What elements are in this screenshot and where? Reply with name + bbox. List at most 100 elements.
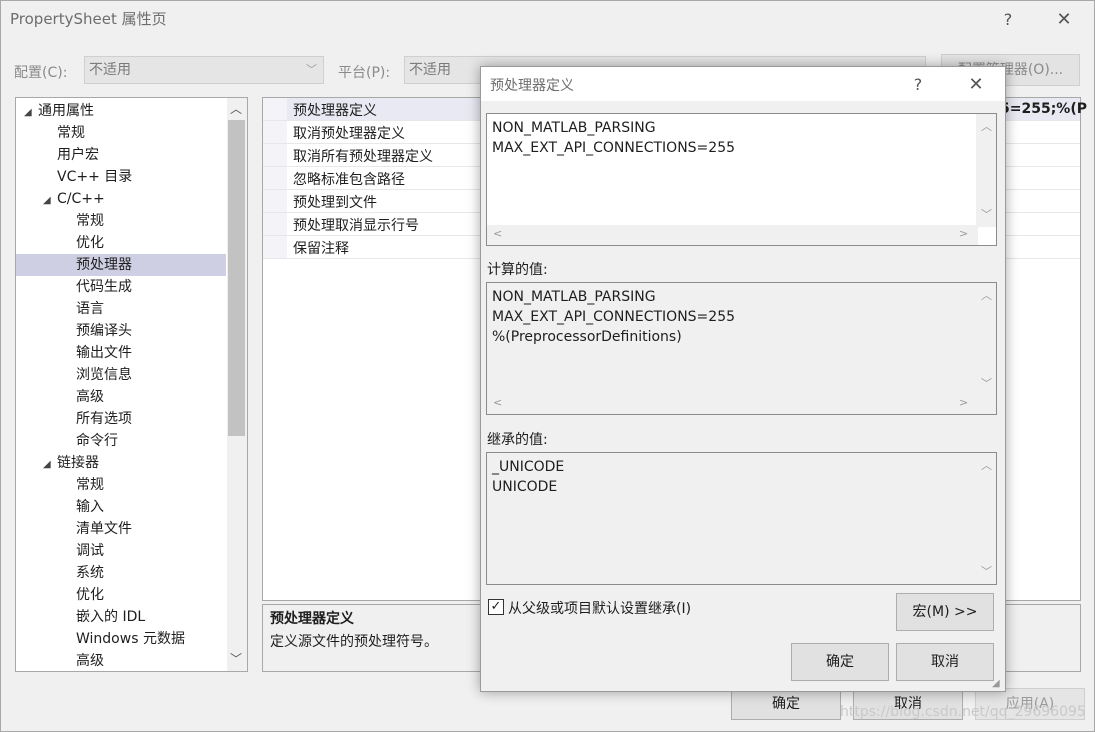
tree-item[interactable]: 高级 [16,650,226,671]
resize-grip-icon[interactable]: ◢ [992,678,1000,689]
tree-item-label: 输入 [76,499,104,515]
tree-item[interactable]: Windows 元数据 [16,628,226,650]
ok-button[interactable]: 确定 [731,688,841,720]
tree-item[interactable]: 浏览信息 [16,364,226,386]
category-tree: ◢ 通用属性 常规 用户宏 VC++ 目录 ◢ C/C++ 常规 优化 预处理器 代码生成 语言 预编译… [15,97,248,672]
tree-item-label: Windows 元数据 [76,631,185,647]
property-name: 预处理取消显示行号 [293,218,419,234]
computed-values-box: NON_MATLAB_PARSING MAX_EXT_API_CONNECTIO… [486,282,997,415]
tree-item[interactable]: 输出文件 [16,342,226,364]
tree-item[interactable]: 代码生成 [16,276,226,298]
definitions-editor-text[interactable]: NON_MATLAB_PARSING MAX_EXT_API_CONNECTIO… [492,118,735,158]
inherited-values-label: 继承的值: [487,432,548,448]
tree-item[interactable]: 输入 [16,496,226,518]
property-row-gutter [263,98,287,120]
config-label: 配置(C): [14,65,68,81]
config-select[interactable]: 不适用 ﹀ [84,56,324,84]
tree-item-label: 预处理器 [76,257,132,273]
property-row-gutter [263,167,287,189]
scroll-right-icon[interactable]: > [959,396,968,409]
tree-item[interactable]: 预编译头 [16,320,226,342]
tree-item[interactable]: 常规 [16,122,226,144]
close-icon[interactable]: ✕ [1044,2,1084,36]
chevron-down-icon: ﹀ [306,63,317,76]
computed-values-text: NON_MATLAB_PARSING MAX_EXT_API_CONNECTIO… [492,289,736,345]
editor-hscrollbar[interactable] [487,225,978,245]
computed-hscrollbar[interactable] [487,394,978,414]
computed-values-label: 计算的值: [487,262,548,278]
tree-item[interactable]: 系统 [16,562,226,584]
tree-item[interactable]: ◢ 链接器 [16,452,226,474]
tree-item[interactable]: 常规 [16,210,226,232]
tree-item[interactable]: 预处理器 [16,254,226,276]
expand-arrow-icon[interactable]: ◢ [43,454,57,476]
scroll-up-icon[interactable]: ︿ [981,287,992,303]
help-icon[interactable]: ? [988,2,1028,36]
dialog-ok-button[interactable]: 确定 [791,643,889,681]
tree-item-label: 代码生成 [76,279,132,295]
inherited-values-text: _UNICODE UNICODE [492,459,565,495]
dialog-cancel-button[interactable]: 取消 [896,643,994,681]
definitions-editor[interactable]: NON_MATLAB_PARSING MAX_EXT_API_CONNECTIO… [486,113,997,246]
tree-item[interactable]: 用户宏 [16,144,226,166]
scroll-up-icon[interactable]: ︿ [981,118,992,134]
platform-label: 平台(P): [338,65,391,81]
window-title: PropertySheet 属性页 [10,10,167,28]
dialog-close-icon[interactable]: ✕ [956,67,996,101]
inherit-checkbox[interactable]: ✓ [488,599,504,615]
scroll-down-icon[interactable]: ﹀ [981,206,992,222]
property-value[interactable]: 5=255;%(P [1000,101,1087,117]
tree-scrollbar-thumb[interactable] [228,120,245,436]
scroll-left-icon[interactable]: < [493,227,502,240]
tree-item-label: 语言 [76,301,104,317]
scroll-down-icon[interactable]: ﹀ [981,375,992,391]
tree-item[interactable]: 清单文件 [16,518,226,540]
tree-item-label: 清单文件 [76,521,132,537]
tree-item-label: 所有选项 [76,411,132,427]
tree-item[interactable]: 嵌入的 IDL [16,606,226,628]
tree-item-label: 优化 [76,235,104,251]
tree-item-label: 嵌入的 IDL [76,609,146,625]
inherited-values-box: _UNICODE UNICODE ︿ ﹀ [486,452,997,585]
property-name: 取消所有预处理器定义 [293,149,433,165]
description-text: 定义源文件的预处理符号。 [270,634,438,650]
tree-item-label: 输出文件 [76,345,132,361]
tree-item-label: 浏览信息 [76,367,132,383]
property-name: 忽略标准包含路径 [293,172,405,188]
scroll-up-icon[interactable]: ︿ [230,100,242,117]
tree-item-label: 链接器 [57,455,99,471]
tree-item[interactable]: ◢ 通用属性 [16,100,226,122]
expand-arrow-icon[interactable]: ◢ [24,102,38,124]
tree-item-label: 常规 [57,125,85,141]
tree-item[interactable]: 命令行 [16,430,226,452]
tree-item[interactable]: 高级 [16,386,226,408]
tree-item[interactable]: 所有选项 [16,408,226,430]
property-row-gutter [263,144,287,166]
expand-arrow-icon[interactable]: ◢ [43,190,57,212]
tree-item-label: 系统 [76,565,104,581]
dialog-title: 预处理器定义 [490,78,574,94]
tree-item-label: 用户宏 [57,147,99,163]
tree-item-label: 常规 [76,213,104,229]
tree-item[interactable]: 调试 [16,540,226,562]
tree-item[interactable]: 优化 [16,584,226,606]
scroll-down-icon[interactable]: ﹀ [230,650,242,667]
scroll-down-icon[interactable]: ﹀ [981,563,992,579]
scroll-up-icon[interactable]: ︿ [981,457,992,473]
scroll-left-icon[interactable]: < [493,396,502,409]
tree-item[interactable]: 语言 [16,298,226,320]
property-row-gutter [263,121,287,143]
scroll-right-icon[interactable]: > [959,227,968,240]
dialog-help-icon[interactable]: ? [898,67,938,101]
tree-item[interactable]: VC++ 目录 [16,166,226,188]
checkmark-icon: ✓ [490,599,502,614]
inherit-checkbox-label[interactable]: 从父级或项目默认设置继承(I) [508,598,691,618]
property-row-gutter [263,213,287,235]
tree-item[interactable]: ◢ C/C++ [16,188,226,210]
tree-item-label: 优化 [76,587,104,603]
property-name: 预处理器定义 [293,103,377,119]
tree-item-label: 预编译头 [76,323,132,339]
tree-item[interactable]: 优化 [16,232,226,254]
macros-button[interactable]: 宏(M) >> [896,593,994,631]
tree-item[interactable]: 常规 [16,474,226,496]
